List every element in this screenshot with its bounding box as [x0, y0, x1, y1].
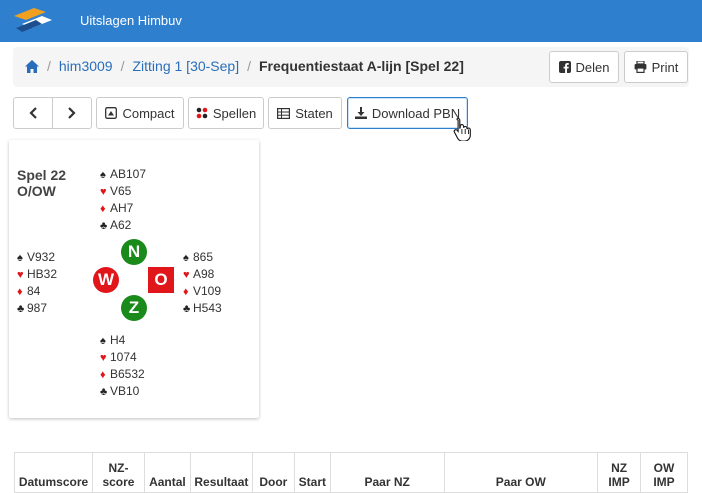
spade-icon: ♠ — [100, 169, 106, 181]
hand-pointer-cursor-icon — [453, 117, 471, 141]
west-hearts: HB32 — [27, 267, 58, 281]
spade-icon: ♠ — [17, 252, 23, 264]
chevron-left-icon — [29, 107, 37, 119]
print-button-label: Print — [651, 59, 679, 75]
compact-button-label: Compact — [122, 105, 175, 121]
club-icon: ♣ — [100, 386, 108, 398]
chevron-right-icon — [68, 107, 76, 119]
compass-north: N — [121, 239, 147, 265]
hand-west: ♠ V932 ♥ HB32 ♦ 84 ♣ 987 — [17, 249, 57, 317]
east-hearts: A98 — [193, 267, 215, 281]
deal-dealer-vulnerability: O/OW — [17, 183, 56, 199]
col-paar-ow[interactable]: Paar OW — [443, 452, 599, 493]
breadcrumb-separator: / — [47, 58, 51, 74]
app-title[interactable]: Uitslagen Himbuv — [80, 13, 182, 28]
states-button-label: Staten — [295, 105, 333, 121]
games-button-label: Spellen — [212, 105, 257, 121]
breadcrumb-link-zitting[interactable]: Zitting 1 [30-Sep] — [132, 58, 239, 74]
spade-icon: ♠ — [100, 335, 106, 347]
breadcrumb-link-him3009[interactable]: him3009 — [59, 58, 113, 74]
share-button-label: Delen — [575, 59, 610, 75]
download-pbn-button-label: Download PBN — [371, 105, 461, 121]
club-icon: ♣ — [183, 303, 191, 315]
compact-view-icon — [105, 107, 118, 119]
next-button[interactable] — [52, 97, 92, 129]
col-nz-imp[interactable]: NZ IMP — [597, 452, 642, 493]
compass-east: O — [148, 267, 174, 293]
compass-west: W — [93, 267, 119, 293]
diamond-icon: ♦ — [17, 286, 23, 298]
hand-south: ♠ H4 ♥ 1074 ♦ B6532 ♣ VB10 — [100, 332, 145, 400]
south-spades: H4 — [110, 333, 126, 347]
download-pbn-button[interactable]: Download PBN — [347, 97, 468, 129]
diamond-icon: ♦ — [183, 286, 189, 298]
download-icon — [354, 107, 367, 119]
hand-north: ♠ AB107 ♥ V65 ♦ AH7 ♣ A62 — [100, 166, 146, 234]
spade-icon: ♠ — [183, 252, 189, 264]
card-suits-icon — [196, 107, 208, 119]
breadcrumb-separator: / — [120, 58, 125, 74]
breadcrumb-separator: / — [247, 58, 251, 74]
south-clubs: VB10 — [110, 384, 140, 398]
compass-south: Z — [121, 295, 147, 321]
table-header-row: Datumscore NZ-score Aantal Resultaat Doo… — [14, 452, 688, 493]
brand-logo-icon[interactable] — [12, 6, 54, 36]
heart-icon: ♥ — [100, 186, 107, 198]
heart-icon: ♥ — [17, 269, 24, 281]
top-navbar: Uitslagen Himbuv — [0, 0, 702, 42]
breadcrumb-current: Frequentiestaat A-lijn [Spel 22] — [259, 58, 464, 74]
west-spades: V932 — [27, 250, 56, 264]
col-door[interactable]: Door — [251, 452, 295, 493]
heart-icon: ♥ — [100, 352, 107, 364]
col-paar-nz[interactable]: Paar NZ — [329, 452, 445, 493]
east-diamonds: V109 — [193, 284, 222, 298]
north-clubs: A62 — [110, 218, 132, 232]
heart-icon: ♥ — [183, 269, 190, 281]
col-datumscore[interactable]: Datumscore — [14, 452, 93, 493]
col-aantal[interactable]: Aantal — [143, 452, 191, 493]
club-icon: ♣ — [17, 303, 25, 315]
previous-button[interactable] — [13, 97, 53, 129]
col-start[interactable]: Start — [293, 452, 331, 493]
states-button[interactable]: Staten — [268, 97, 342, 129]
compact-button[interactable]: Compact — [96, 97, 184, 129]
share-button[interactable]: Delen — [549, 51, 619, 83]
south-hearts: 1074 — [110, 350, 137, 364]
table-icon — [277, 107, 291, 119]
west-diamonds: 84 — [27, 284, 41, 298]
deal-number: Spel 22 — [17, 167, 67, 183]
east-spades: 865 — [193, 250, 214, 264]
diamond-icon: ♦ — [100, 369, 106, 381]
hand-east: ♠ 865 ♥ A98 ♦ V109 ♣ H543 — [183, 249, 222, 317]
north-diamonds: AH7 — [110, 201, 134, 215]
north-hearts: V65 — [110, 184, 132, 198]
west-clubs: 987 — [27, 301, 48, 315]
club-icon: ♣ — [100, 220, 108, 232]
deal-title: Spel 22 O/OW — [17, 167, 66, 199]
north-spades: AB107 — [110, 167, 147, 181]
facebook-icon — [558, 61, 571, 73]
south-diamonds: B6532 — [110, 367, 145, 381]
breadcrumb: / him3009 / Zitting 1 [30-Sep] / Frequen… — [25, 58, 464, 74]
diamond-icon: ♦ — [100, 203, 106, 215]
results-table: Datumscore NZ-score Aantal Resultaat Doo… — [14, 452, 688, 493]
home-icon[interactable] — [25, 59, 39, 73]
games-button[interactable]: Spellen — [188, 97, 264, 129]
print-button[interactable]: Print — [624, 51, 688, 83]
east-clubs: H543 — [193, 301, 222, 315]
printer-icon — [634, 61, 647, 73]
col-nz-score[interactable]: NZ-score — [91, 452, 145, 493]
col-ow-imp[interactable]: OW IMP — [640, 452, 688, 493]
col-resultaat[interactable]: Resultaat — [189, 452, 253, 493]
